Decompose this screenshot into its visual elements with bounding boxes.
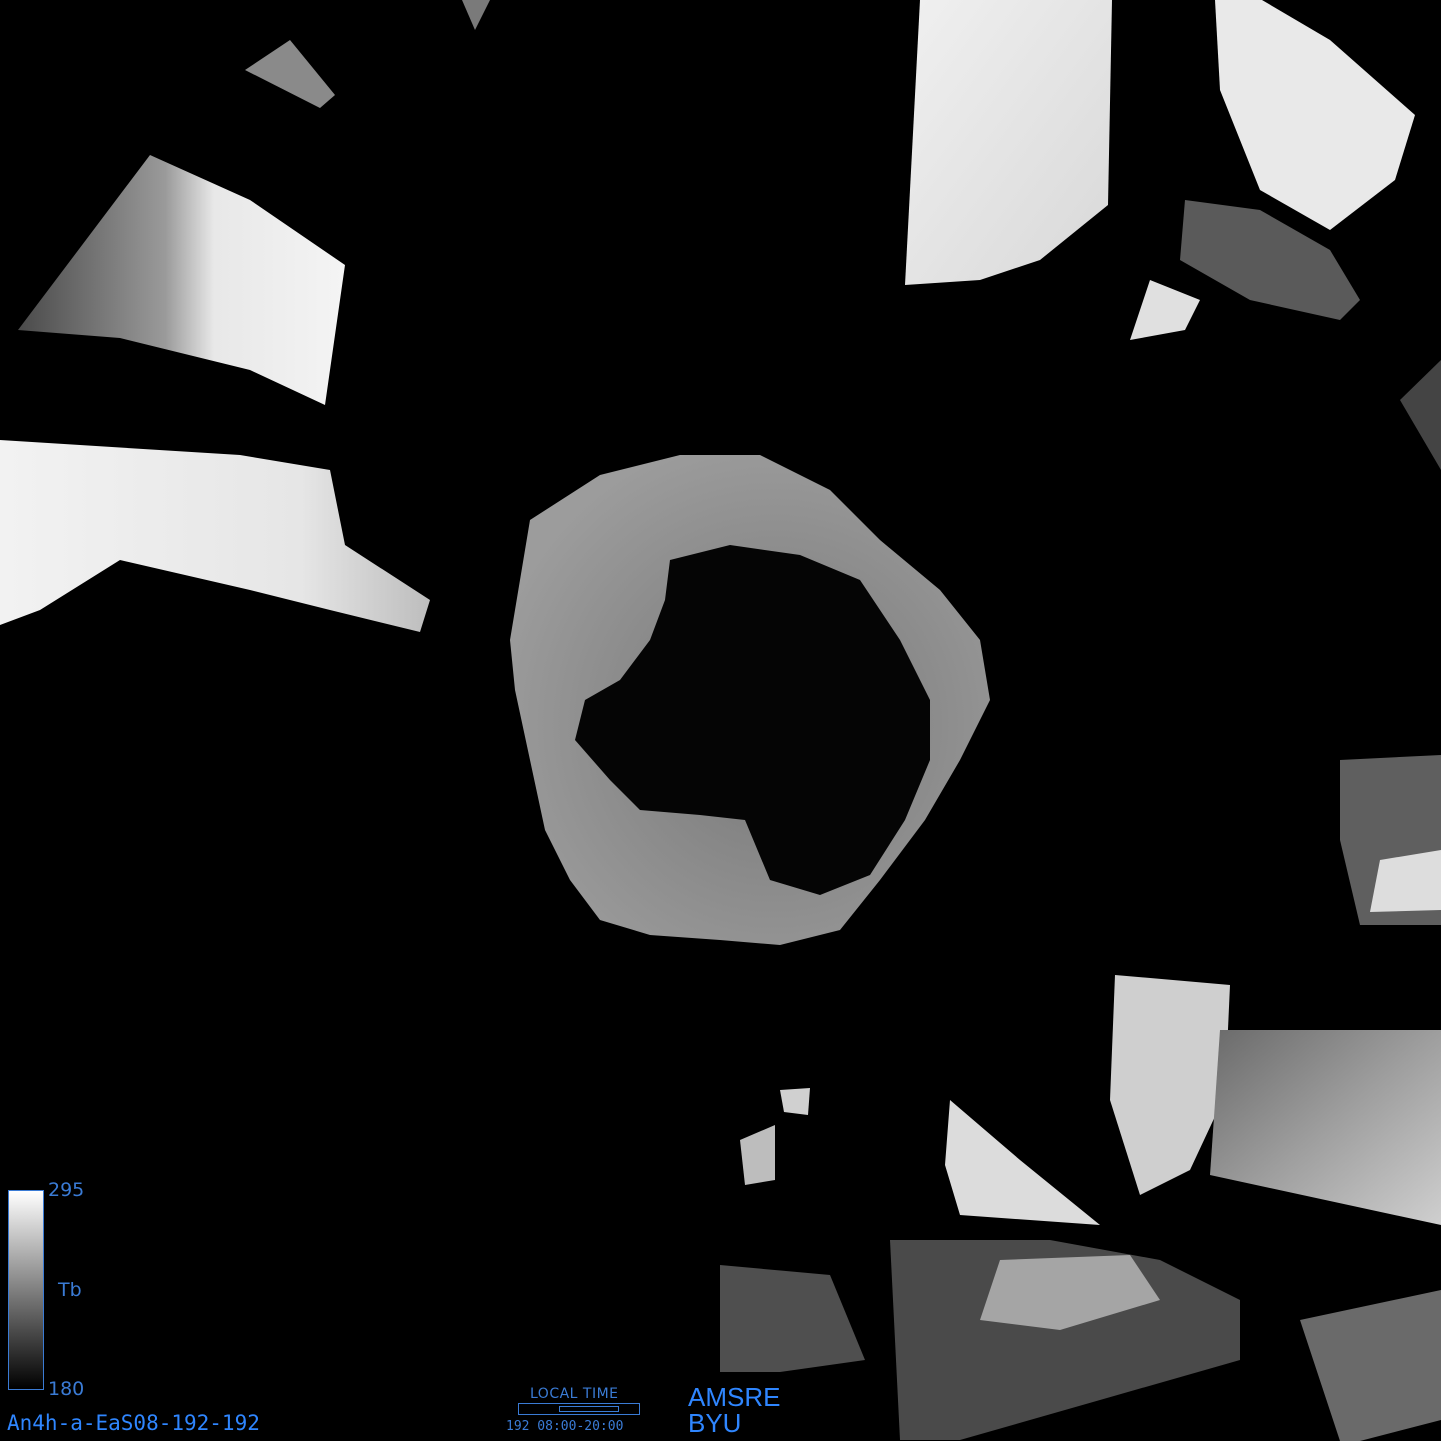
colorbar-variable-label: Tb bbox=[58, 1279, 82, 1301]
producer-label: BYU bbox=[688, 1408, 742, 1438]
colorbar bbox=[8, 1190, 44, 1390]
swath-segment-se-8 bbox=[780, 1088, 810, 1115]
image-id-label: An4h-a-EaS08-192-192 bbox=[7, 1411, 260, 1435]
colorbar-gradient bbox=[9, 1191, 43, 1389]
local-time-title: LOCAL TIME bbox=[530, 1386, 619, 1402]
colorbar-min-label: 180 bbox=[48, 1378, 85, 1400]
local-time-text: 192 08:00-20:00 bbox=[506, 1419, 624, 1434]
sensor-label: AMSRE bbox=[688, 1382, 781, 1412]
colorbar-max-label: 295 bbox=[48, 1179, 85, 1201]
polar-stereographic-swath-map bbox=[0, 0, 1441, 1441]
local-time-bar bbox=[518, 1403, 640, 1415]
local-time-range bbox=[558, 1406, 619, 1412]
